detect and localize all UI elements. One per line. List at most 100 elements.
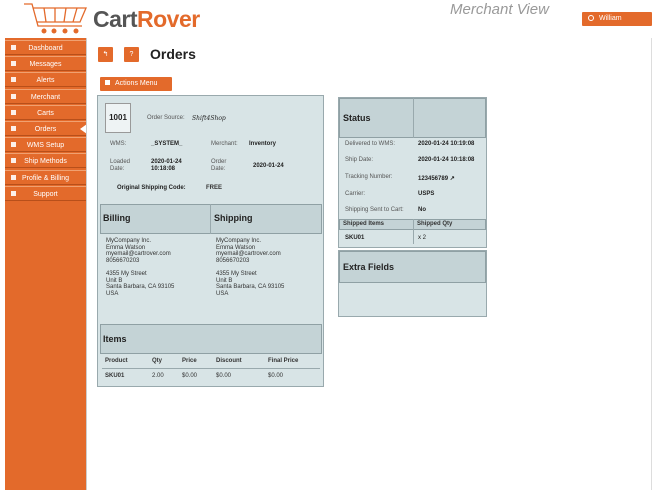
billing-line: MyCompany Inc. — [106, 238, 152, 244]
address-header-bar — [100, 204, 322, 234]
loaded-date-label-line1: Loaded — [110, 159, 131, 165]
item-product[interactable]: SKU01 — [105, 373, 124, 379]
delivered-label: Delivered to WMS: — [345, 141, 396, 147]
item-discount: $0.00 — [216, 373, 232, 379]
warning-icon — [11, 77, 16, 83]
ship-date-value: 2020-01-24 10:18:08 — [418, 157, 475, 163]
loaded-date-label-line2: Date: — [110, 166, 125, 172]
order-details-panel: 1001 Order Source: Shift4Shop WMS: _SYST… — [97, 95, 324, 387]
shipping-code-value: FREE — [206, 185, 223, 191]
shipped-qty: x 2 — [418, 235, 427, 241]
sent-to-cart-label: Shipping Sent to Cart: — [345, 207, 404, 213]
shipping-code-label: Original Shipping Code: — [117, 185, 186, 191]
status-header-divider — [413, 98, 414, 138]
billing-line: 8056670203 — [106, 257, 140, 264]
profile-icon — [11, 174, 16, 180]
shipped-items-col: Shipped Items — [343, 221, 385, 227]
folder-icon — [11, 125, 16, 131]
sidebar-nav: Dashboard Messages Alerts Merchant Carts… — [5, 40, 87, 202]
order-source-value: Shift4Shop — [192, 115, 226, 122]
items-title: Items — [103, 334, 127, 344]
sidebar-item-label: Merchant — [30, 93, 61, 101]
merchant-label: Merchant: — [211, 141, 238, 147]
sidebar-item-label: Messages — [29, 61, 62, 69]
shipped-sku: SKU01 — [345, 235, 365, 241]
sidebar-item-orders[interactable]: Orders — [5, 120, 87, 136]
shipping-line: 8056670203 — [216, 257, 250, 264]
sent-to-cart-value: No — [418, 207, 426, 213]
tracking-link[interactable]: 123456789 ↗ — [418, 175, 455, 182]
menu-icon — [105, 80, 110, 85]
shipped-qty-col: Shipped Qty — [417, 221, 453, 227]
shipping-line: myemail@cartrover.com — [216, 251, 281, 258]
loaded-time-value: 10:18:08 — [151, 166, 176, 172]
shipping-line: 4355 My Street — [216, 270, 257, 277]
item-final-price: $0.00 — [268, 373, 284, 379]
help-icon: ? — [129, 51, 134, 58]
brand-logo[interactable]: CartRover — [93, 6, 200, 33]
sidebar-item-profile-billing[interactable]: Profile & Billing — [5, 169, 86, 185]
billing-line: Emma Watson — [106, 244, 146, 251]
sidebar-item-support[interactable]: Support — [5, 185, 86, 201]
order-source-label: Order Source: — [147, 115, 185, 121]
items-col-price: Price — [182, 358, 197, 364]
shipping-line: Unit B — [216, 277, 233, 284]
cart-logo-icon — [24, 3, 87, 34]
sidebar-item-label: Orders — [34, 125, 57, 133]
sidebar-item-label: Ship Methods — [24, 158, 67, 166]
sidebar-item-wms-setup[interactable]: WMS Setup — [5, 137, 86, 153]
shipping-line: MyCompany Inc. — [216, 238, 262, 244]
sidebar-item-carts[interactable]: Carts — [5, 104, 86, 120]
sidebar-item-alerts[interactable]: Alerts — [5, 72, 86, 88]
sidebar-item-dashboard[interactable]: Dashboard — [5, 40, 86, 55]
help-button[interactable]: ? — [124, 47, 139, 62]
cart-icon — [11, 109, 16, 115]
wms-value: _SYSTEM_ — [151, 141, 183, 147]
actions-menu-button[interactable]: Actions Menu — [100, 77, 172, 91]
back-icon: ↰ — [102, 51, 109, 58]
sidebar-item-label: Carts — [37, 109, 54, 117]
sidebar-item-ship-methods[interactable]: Ship Methods — [5, 153, 86, 169]
order-number: 1001 — [105, 103, 131, 133]
order-date-label-line1: Order — [211, 159, 227, 165]
sidebar-item-messages[interactable]: Messages — [5, 56, 86, 72]
item-price: $0.00 — [182, 373, 198, 379]
sidebar-item-merchant[interactable]: Merchant — [5, 88, 86, 104]
order-date-label-line2: Date: — [211, 166, 226, 172]
shipping-line: Santa Barbara, CA 93105 — [216, 284, 285, 291]
envelope-icon — [11, 61, 16, 67]
user-name: William — [599, 15, 622, 22]
actions-menu-label: Actions Menu — [115, 80, 158, 87]
app-header: CartRover Merchant View William — [0, 0, 655, 38]
billing-line: myemail@cartrover.com — [106, 251, 171, 258]
truck-icon — [11, 158, 16, 164]
wms-label: WMS: — [110, 141, 127, 147]
user-menu-button[interactable]: William — [582, 12, 652, 26]
support-icon — [11, 190, 16, 196]
user-icon — [11, 93, 16, 99]
items-header-divider — [102, 368, 320, 369]
address-divider — [210, 204, 211, 234]
tracking-value: 123456789 — [418, 176, 449, 182]
view-label: Merchant View — [450, 1, 549, 18]
status-title: Status — [343, 113, 371, 123]
billing-address: MyCompany Inc. Emma Watson myemail@cartr… — [106, 238, 174, 297]
carrier-label: Carrier: — [345, 191, 366, 197]
external-link-icon: ↗ — [449, 176, 455, 182]
carrier-value: USPS — [418, 191, 435, 197]
info-icon — [11, 142, 16, 148]
brand-cart-text: Cart — [93, 6, 138, 32]
back-button[interactable]: ↰ — [98, 47, 113, 62]
loaded-date-value: 2020-01-24 — [151, 159, 182, 165]
sidebar-item-label: Profile & Billing — [21, 174, 70, 182]
shipping-spacer — [216, 264, 284, 271]
merchant-value: Inventory — [249, 141, 277, 147]
items-col-product: Product — [105, 358, 128, 364]
dashboard-icon — [11, 45, 16, 50]
tracking-label: Tracking Number: — [345, 174, 393, 180]
billing-line: Unit B — [106, 277, 123, 284]
extra-fields-title: Extra Fields — [343, 262, 395, 272]
items-col-final-price: Final Price — [268, 358, 299, 364]
sidebar-item-label: Alerts — [36, 77, 55, 85]
items-col-discount: Discount — [216, 358, 242, 364]
